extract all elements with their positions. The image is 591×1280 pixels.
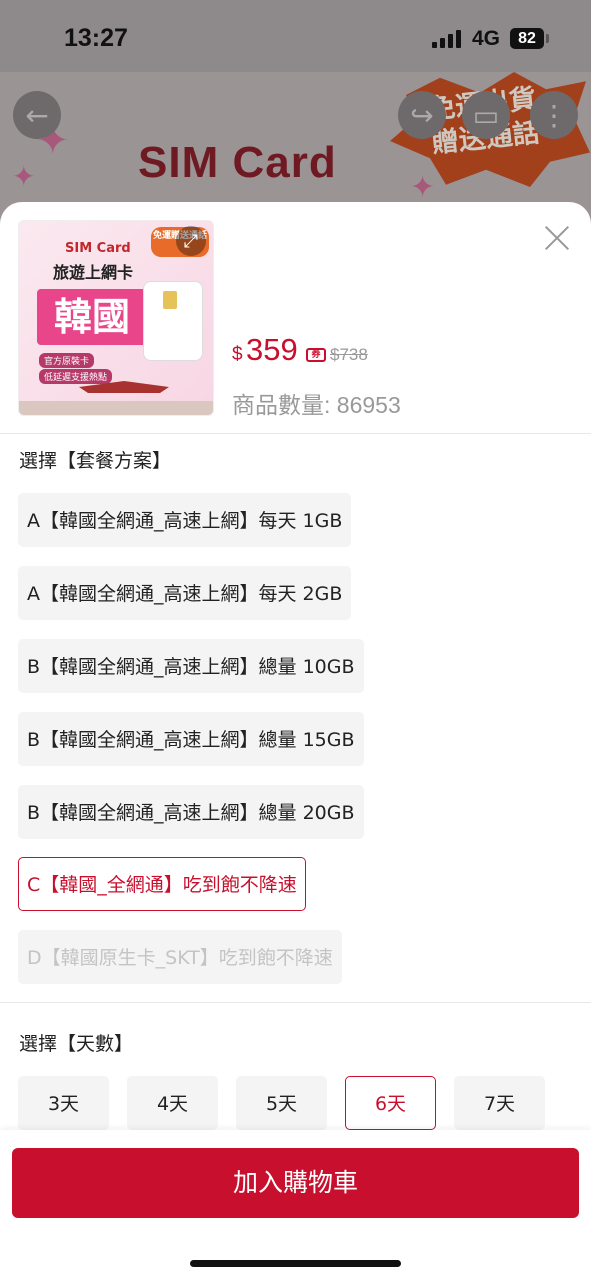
cart-icon: ▭ xyxy=(472,98,500,132)
plan-option[interactable]: A【韓國全網通_高速上網】每天 1GB xyxy=(18,493,352,547)
thumb-country: 韓國 xyxy=(37,289,147,345)
plan-option-disabled: D【韓國原生卡_SKT】吃到飽不降速 xyxy=(18,930,342,984)
expand-icon[interactable]: ⤢ xyxy=(176,226,206,256)
thumb-badge-2: 低延遲支援熱點 xyxy=(39,369,113,384)
share-button[interactable]: ↪ xyxy=(398,91,446,139)
sim-chip-icon xyxy=(163,291,177,309)
plan-option[interactable]: B【韓國全網通_高速上網】總量 10GB xyxy=(18,639,364,693)
plan-option[interactable]: A【韓國全網通_高速上網】每天 2GB xyxy=(18,566,352,620)
price: 359 xyxy=(246,332,298,367)
days-section-title: 選擇【天數】 xyxy=(19,1033,134,1055)
day-option-selected[interactable]: 6天 xyxy=(345,1076,436,1130)
status-bar: 13:27 4G 82 xyxy=(0,0,591,72)
banner-title: SIM Card xyxy=(138,138,337,187)
day-option[interactable]: 7天 xyxy=(454,1076,545,1130)
price-currency: $ xyxy=(232,344,243,365)
plan-option[interactable]: B【韓國全網通_高速上網】總量 20GB xyxy=(18,785,364,839)
network-type: 4G xyxy=(472,27,501,50)
coupon-icon: 券 xyxy=(306,348,326,362)
home-indicator[interactable] xyxy=(190,1260,401,1267)
original-price: $738 xyxy=(330,345,368,364)
sparkle-icon: ✦ xyxy=(410,170,436,205)
signal-icon xyxy=(432,30,461,48)
plan-option[interactable]: B【韓國全網通_高速上網】總量 15GB xyxy=(18,712,364,766)
status-time: 13:27 xyxy=(64,24,128,52)
plan-option-selected[interactable]: C【韓國_全網通】吃到飽不降速 xyxy=(18,857,306,911)
day-option[interactable]: 3天 xyxy=(18,1076,109,1130)
bottom-action-bar: 加入購物車 xyxy=(0,1130,591,1280)
divider xyxy=(0,1002,591,1003)
battery-tip xyxy=(546,34,549,43)
thumb-subtitle: 旅遊上網卡 xyxy=(53,263,134,282)
day-option[interactable]: 4天 xyxy=(127,1076,218,1130)
product-options-sheet: 免運贈送通話 SIM Card 旅遊上網卡 韓國 官方原裝卡 低延遲支援熱點 ⤢… xyxy=(0,202,591,1280)
more-button[interactable]: ⋮ xyxy=(530,91,578,139)
close-icon[interactable] xyxy=(541,222,573,254)
stock-quantity: 商品數量: 86953 xyxy=(232,392,401,418)
battery-icon: 82 xyxy=(510,28,544,49)
thumb-badge-1: 官方原裝卡 xyxy=(39,353,95,368)
add-to-cart-button[interactable]: 加入購物車 xyxy=(12,1148,579,1218)
thumb-ground xyxy=(19,401,213,415)
arrow-left-icon: ← xyxy=(25,98,49,132)
cart-button[interactable]: ▭ xyxy=(462,91,510,139)
plan-section-title: 選擇【套餐方案】 xyxy=(19,450,172,472)
back-button[interactable]: ← xyxy=(13,91,61,139)
more-icon: ⋮ xyxy=(540,98,568,132)
day-option[interactable]: 5天 xyxy=(236,1076,327,1130)
divider xyxy=(0,433,591,434)
thumb-sim-text: SIM Card xyxy=(65,241,131,256)
share-icon: ↪ xyxy=(410,98,434,132)
sparkle-icon: ✦ xyxy=(12,160,36,193)
